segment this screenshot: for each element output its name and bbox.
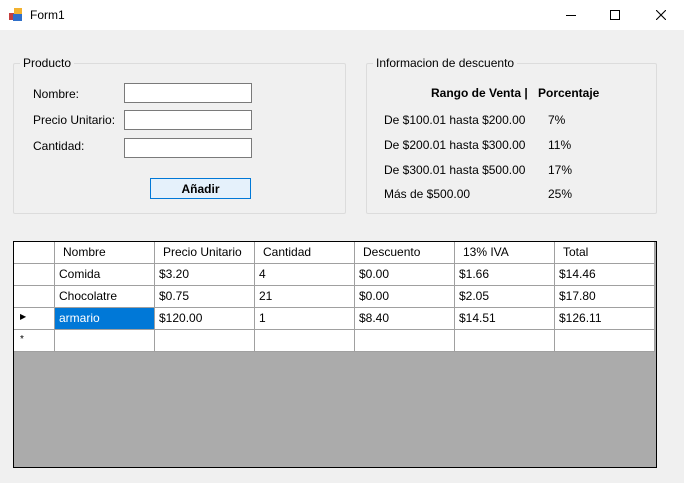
cantidad-input[interactable] bbox=[124, 138, 252, 158]
grid-header-row: Nombre Precio Unitario Cantidad Descuent… bbox=[14, 242, 656, 264]
precio-unitario-input[interactable] bbox=[124, 110, 252, 130]
row-header[interactable]: * bbox=[14, 330, 55, 352]
close-button[interactable] bbox=[638, 0, 684, 30]
title-bar: Form1 bbox=[0, 0, 684, 30]
descuento-pct-1: 7% bbox=[548, 113, 566, 127]
column-header-total[interactable]: Total bbox=[555, 242, 655, 264]
row-header[interactable] bbox=[14, 264, 55, 286]
column-header-precio-unitario[interactable]: Precio Unitario bbox=[155, 242, 255, 264]
cell-cantidad[interactable]: 4 bbox=[255, 264, 355, 286]
new-row-asterisk-icon: * bbox=[20, 334, 24, 345]
cell-precio-unitario[interactable]: $0.75 bbox=[155, 286, 255, 308]
close-icon bbox=[656, 10, 666, 20]
cell-total[interactable]: $126.11 bbox=[555, 308, 655, 330]
new-cell-total[interactable] bbox=[555, 330, 655, 352]
row-header[interactable] bbox=[14, 286, 55, 308]
minimize-icon bbox=[566, 15, 576, 16]
grid-corner-cell[interactable] bbox=[14, 242, 55, 264]
new-cell-nombre[interactable] bbox=[55, 330, 155, 352]
cell-descuento[interactable]: $0.00 bbox=[355, 286, 455, 308]
current-row-arrow-icon: ▶ bbox=[20, 312, 27, 321]
producto-legend: Producto bbox=[20, 56, 75, 70]
form-icon bbox=[9, 8, 23, 22]
new-row[interactable]: * bbox=[14, 330, 656, 352]
cell-total[interactable]: $17.80 bbox=[555, 286, 655, 308]
new-cell-precio-unitario[interactable] bbox=[155, 330, 255, 352]
nombre-label: Nombre: bbox=[33, 87, 80, 101]
descuento-range-4: Más de $500.00 bbox=[384, 187, 471, 201]
new-cell-descuento[interactable] bbox=[355, 330, 455, 352]
porcentaje-header: Porcentaje bbox=[538, 86, 600, 100]
minimize-button[interactable] bbox=[548, 0, 594, 30]
column-header-nombre[interactable]: Nombre bbox=[55, 242, 155, 264]
descuento-pct-3: 17% bbox=[548, 163, 573, 177]
descuento-pct-2: 11% bbox=[548, 138, 572, 152]
descuento-legend: Informacion de descuento bbox=[373, 56, 518, 70]
descuento-range-3: De $300.01 hasta $500.00 bbox=[384, 163, 526, 177]
table-row[interactable]: Comida $3.20 4 $0.00 $1.66 $14.46 bbox=[14, 264, 656, 286]
column-header-descuento[interactable]: Descuento bbox=[355, 242, 455, 264]
cell-precio-unitario[interactable]: $3.20 bbox=[155, 264, 255, 286]
row-header[interactable]: ▶ bbox=[14, 308, 55, 330]
cell-cantidad[interactable]: 21 bbox=[255, 286, 355, 308]
products-grid[interactable]: Nombre Precio Unitario Cantidad Descuent… bbox=[13, 241, 657, 468]
cell-nombre[interactable]: Comida bbox=[55, 264, 155, 286]
new-cell-iva[interactable] bbox=[455, 330, 555, 352]
precio-unitario-label: Precio Unitario: bbox=[33, 113, 116, 127]
descuento-range-2: De $200.01 hasta $300.00 bbox=[384, 138, 526, 152]
column-header-cantidad[interactable]: Cantidad bbox=[255, 242, 355, 264]
cell-iva[interactable]: $1.66 bbox=[455, 264, 555, 286]
cell-cantidad[interactable]: 1 bbox=[255, 308, 355, 330]
cell-nombre[interactable]: Chocolatre bbox=[55, 286, 155, 308]
descuento-range-1: De $100.01 hasta $200.00 bbox=[384, 113, 526, 127]
nombre-input[interactable] bbox=[124, 83, 252, 103]
cell-precio-unitario[interactable]: $120.00 bbox=[155, 308, 255, 330]
cell-descuento[interactable]: $0.00 bbox=[355, 264, 455, 286]
new-cell-cantidad[interactable] bbox=[255, 330, 355, 352]
column-header-iva[interactable]: 13% IVA bbox=[455, 242, 555, 264]
maximize-button[interactable] bbox=[592, 0, 638, 30]
cell-nombre[interactable]: armario bbox=[55, 308, 155, 330]
cell-iva[interactable]: $14.51 bbox=[455, 308, 555, 330]
maximize-icon bbox=[610, 10, 620, 20]
descuento-pct-4: 25% bbox=[548, 187, 573, 201]
cantidad-label: Cantidad: bbox=[33, 139, 85, 153]
table-row[interactable]: Chocolatre $0.75 21 $0.00 $2.05 $17.80 bbox=[14, 286, 656, 308]
anadir-button[interactable]: Añadir bbox=[150, 178, 251, 199]
cell-descuento[interactable]: $8.40 bbox=[355, 308, 455, 330]
table-row[interactable]: ▶ armario $120.00 1 $8.40 $14.51 $126.11 bbox=[14, 308, 656, 330]
cell-total[interactable]: $14.46 bbox=[555, 264, 655, 286]
cell-iva[interactable]: $2.05 bbox=[455, 286, 555, 308]
rango-header: Rango de Venta | bbox=[431, 86, 528, 100]
window-title: Form1 bbox=[30, 8, 65, 22]
